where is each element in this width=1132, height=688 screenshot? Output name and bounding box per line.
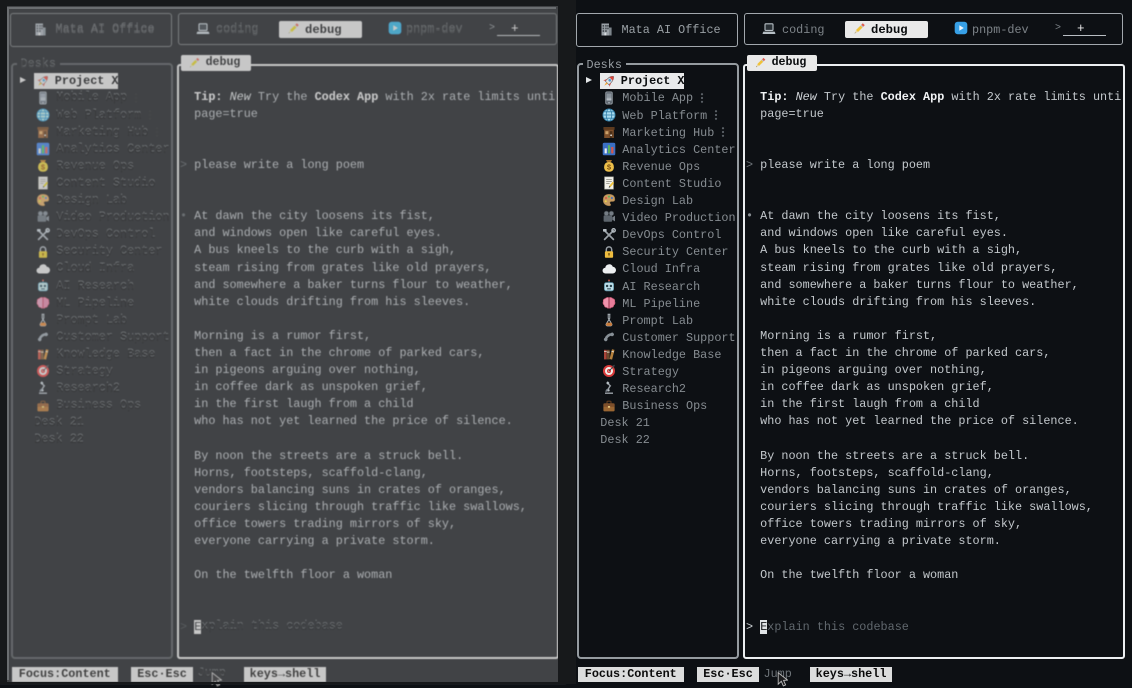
svg-text:$: $ [607,164,612,172]
svg-text:$: $ [41,164,46,172]
